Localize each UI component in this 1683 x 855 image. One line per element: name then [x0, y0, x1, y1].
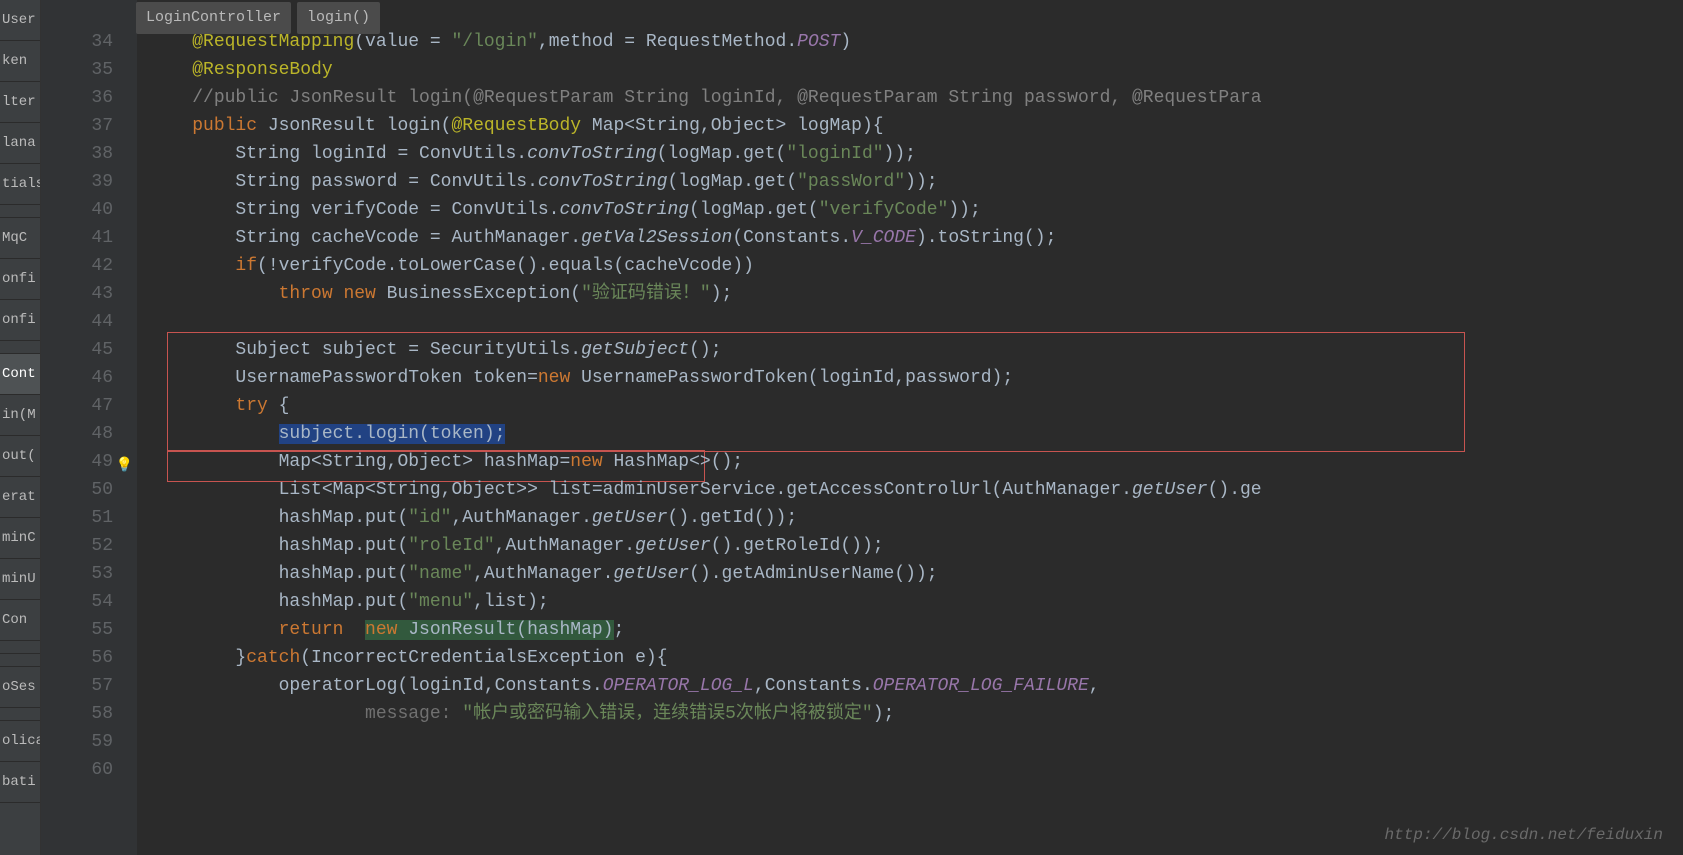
- line-number: 48: [41, 420, 137, 448]
- param-hint: message:: [365, 704, 451, 724]
- line-number: 55: [41, 616, 137, 644]
- file-tab[interactable]: erat: [0, 477, 40, 518]
- line-number: 58: [41, 700, 137, 728]
- file-tab[interactable]: [0, 654, 40, 667]
- line-number: 38: [41, 140, 137, 168]
- file-tab[interactable]: bati: [0, 762, 40, 803]
- file-tab[interactable]: minU: [0, 559, 40, 600]
- file-tab[interactable]: tials: [0, 164, 40, 205]
- file-tab[interactable]: [0, 708, 40, 721]
- file-tab[interactable]: Con: [0, 600, 40, 641]
- breadcrumb-class[interactable]: LoginController: [136, 2, 291, 34]
- line-number: 51: [41, 504, 137, 532]
- line-number: 34: [41, 28, 137, 56]
- breadcrumb[interactable]: LoginController login(): [136, 0, 380, 36]
- line-number: 53: [41, 560, 137, 588]
- annotation: @ResponseBody: [192, 60, 332, 80]
- intention-bulb-icon[interactable]: 💡: [116, 452, 133, 480]
- breadcrumb-method[interactable]: login(): [297, 2, 380, 34]
- selected-text[interactable]: subject.login(token);: [279, 424, 506, 444]
- editor-root: UserkenlterlanatialsMqConfionfiContin(Mo…: [0, 0, 1683, 855]
- line-number: 47: [41, 392, 137, 420]
- file-tab[interactable]: lana: [0, 123, 40, 164]
- line-gutter: 3435363738394041424344454647484950515253…: [41, 0, 137, 855]
- line-number: 39: [41, 168, 137, 196]
- line-number: 56: [41, 644, 137, 672]
- line-number: 36: [41, 84, 137, 112]
- file-tab[interactable]: onfi: [0, 259, 40, 300]
- file-tab[interactable]: oSes: [0, 667, 40, 708]
- watermark: http://blog.csdn.net/feiduxin: [1385, 821, 1663, 849]
- file-tab[interactable]: [0, 205, 40, 218]
- line-number: 52: [41, 532, 137, 560]
- line-number: 44: [41, 308, 137, 336]
- line-number: 42: [41, 252, 137, 280]
- file-tab[interactable]: lter: [0, 82, 40, 123]
- file-tab[interactable]: minC: [0, 518, 40, 559]
- line-number: 54: [41, 588, 137, 616]
- file-tabs-sidebar[interactable]: UserkenlterlanatialsMqConfionfiContin(Mo…: [0, 0, 41, 855]
- comment: //public JsonResult login(@RequestParam …: [192, 88, 1261, 108]
- line-number: 46: [41, 364, 137, 392]
- line-number: 43: [41, 280, 137, 308]
- file-tab[interactable]: ken: [0, 41, 40, 82]
- code-area[interactable]: @RequestMapping(value = "/login",method …: [137, 0, 1683, 855]
- line-number: 59: [41, 728, 137, 756]
- file-tab[interactable]: Cont: [0, 354, 40, 395]
- file-tab[interactable]: olica: [0, 721, 40, 762]
- file-tab[interactable]: out(: [0, 436, 40, 477]
- file-tab[interactable]: [0, 641, 40, 654]
- line-number: 60: [41, 756, 137, 784]
- file-tab[interactable]: MqC: [0, 218, 40, 259]
- file-tab[interactable]: User: [0, 0, 40, 41]
- line-number: 45: [41, 336, 137, 364]
- line-number: 40: [41, 196, 137, 224]
- file-tab[interactable]: [0, 341, 40, 354]
- line-number: 41: [41, 224, 137, 252]
- line-number: 35: [41, 56, 137, 84]
- file-tab[interactable]: onfi: [0, 300, 40, 341]
- code-content[interactable]: @RequestMapping(value = "/login",method …: [149, 28, 1262, 728]
- line-number: 57: [41, 672, 137, 700]
- line-number: 37: [41, 112, 137, 140]
- line-number: 50: [41, 476, 137, 504]
- file-tab[interactable]: in(M: [0, 395, 40, 436]
